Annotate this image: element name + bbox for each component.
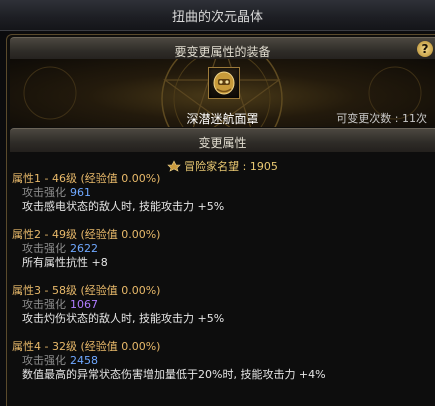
attribute-sub-label: 攻击强化: [22, 186, 66, 199]
attribute-sub: 攻击强化 961: [12, 186, 224, 200]
fame-emblem-icon: [167, 160, 181, 172]
change-count: 可变更次数 : 11次: [336, 110, 427, 126]
window-title: 扭曲的次元晶体: [171, 10, 263, 25]
attribute-desc: 数值最高的异常状态伤害增加量低于20%时, 技能攻击力 +4%: [22, 368, 326, 381]
equip-section-title: 要变更属性的装备: [174, 45, 271, 59]
window-titlebar: 扭曲的次元晶体: [0, 0, 435, 31]
golden-mask-icon: [213, 71, 235, 95]
equip-area: 深潜迷航面罩 可变更次数 : 11次: [10, 59, 435, 127]
change-section-title: 变更属性: [198, 136, 247, 150]
attribute-head: 属性4 - 32级 (经验值 0.00%): [12, 340, 161, 353]
attribute-sub-label: 攻击强化: [22, 354, 66, 367]
attribute-desc: 攻击感电状态的敌人时, 技能攻击力 +5%: [22, 200, 225, 213]
change-count-label: 可变更次数: [336, 112, 392, 125]
attribute-sub-value: 2458: [70, 354, 98, 367]
attribute-sub-value: 2622: [70, 242, 98, 255]
change-section-header: 变更属性: [10, 128, 435, 154]
attribute-desc: 攻击灼伤状态的敌人时, 技能攻击力 +5%: [22, 312, 225, 325]
attribute-sub-label: 攻击强化: [22, 298, 66, 311]
attribute-sub-label: 攻击强化: [22, 242, 66, 255]
attribute-sub: 攻击强化 2622: [12, 242, 160, 256]
attribute-sub: 攻击强化 1067: [12, 298, 224, 312]
equip-slot[interactable]: [208, 67, 240, 99]
attribute-head: 属性2 - 49级 (经验值 0.00%): [12, 228, 161, 241]
attribute-sub: 攻击强化 2458: [12, 354, 326, 368]
attribute-desc: 所有属性抗性 +8: [22, 256, 108, 269]
attribute-block-4: 属性4 - 32级 (经验值 0.00%) 攻击强化 2458 数值最高的异常状态…: [12, 340, 326, 382]
change-count-separator: :: [391, 112, 402, 125]
attribute-head: 属性1 - 46级 (经验值 0.00%): [12, 172, 161, 185]
attribute-block-2: 属性2 - 49级 (经验值 0.00%) 攻击强化 2622 所有属性抗性 +8: [12, 228, 160, 270]
fame-value: 1905: [249, 160, 278, 173]
attributes-panel: 冒险家名望 : 1905 属性1 - 46级 (经验值 0.00%) 攻击强化 9…: [10, 152, 435, 405]
attribute-head: 属性3 - 58级 (经验值 0.00%): [12, 284, 161, 297]
attribute-block-3: 属性3 - 58级 (经验值 0.00%) 攻击强化 1067 攻击灼伤状态的敌人…: [12, 284, 224, 326]
fame-separator: :: [239, 160, 250, 173]
attribute-sub-value: 961: [70, 186, 91, 199]
change-count-value: 11次: [402, 112, 427, 125]
attribute-sub-value: 1067: [70, 298, 98, 311]
attribute-block-1: 属性1 - 46级 (经验值 0.00%) 攻击强化 961 攻击感电状态的敌人时…: [12, 172, 224, 214]
help-icon[interactable]: ?: [417, 41, 433, 57]
